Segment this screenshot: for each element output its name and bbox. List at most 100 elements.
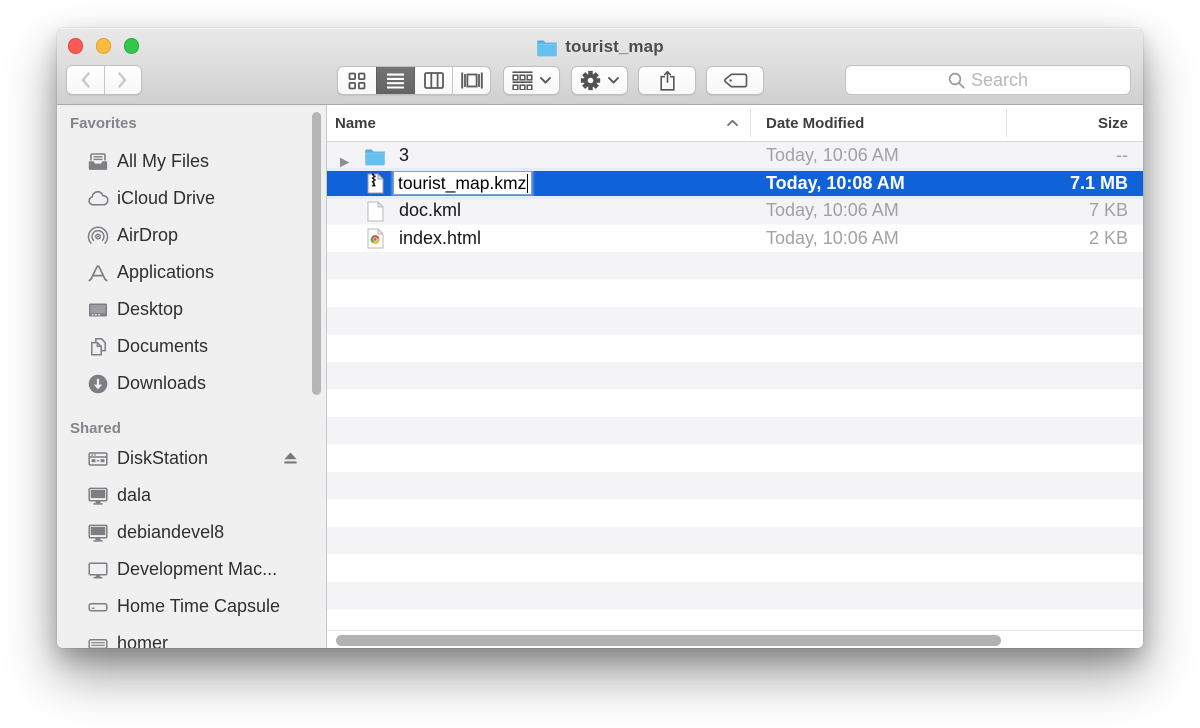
sidebar-section-shared: Shared — [57, 416, 326, 440]
sidebar-item-downloads[interactable]: Downloads — [57, 365, 326, 402]
column-header-size[interactable]: Size — [1098, 105, 1128, 141]
search-icon — [948, 72, 965, 89]
tag-icon — [723, 73, 748, 88]
file-name: 3 — [399, 142, 409, 170]
list-rows: 3 Today, 10:06 AM -- tourist_map.kmz Tod… — [327, 142, 1143, 630]
applications-icon — [87, 262, 109, 284]
folder-icon — [364, 145, 386, 167]
tag-button[interactable] — [706, 66, 764, 95]
gear-icon — [580, 70, 601, 91]
sidebar-item-documents[interactable]: Documents — [57, 328, 326, 365]
coverflow-view-button[interactable] — [452, 67, 490, 94]
sidebar-item-development-mac[interactable]: Development Mac... — [57, 551, 326, 588]
search-placeholder: Search — [971, 70, 1028, 91]
file-row-3[interactable]: 3 Today, 10:06 AM -- — [327, 142, 1143, 170]
arrange-button[interactable] — [503, 66, 560, 95]
nav-buttons — [66, 65, 142, 95]
folder-icon — [536, 38, 558, 57]
back-button[interactable] — [67, 66, 104, 94]
sidebar-item-label: homer — [117, 633, 168, 648]
imac-icon — [87, 522, 109, 544]
list-view-button[interactable] — [376, 67, 414, 94]
sidebar-item-label: DiskStation — [117, 448, 208, 469]
file-list: Name Date Modified Size 3 — [327, 105, 1143, 648]
coverflow-view-icon — [461, 72, 483, 89]
html-file-icon — [364, 228, 386, 250]
search-field[interactable]: Search — [845, 65, 1131, 95]
server-box-icon — [87, 633, 109, 649]
icon-view-button[interactable] — [338, 67, 376, 94]
sidebar-item-label: Applications — [117, 262, 214, 283]
action-button[interactable] — [571, 66, 628, 95]
display-icon — [87, 559, 109, 581]
sidebar-item-label: iCloud Drive — [117, 188, 215, 209]
file-row-doc-kml[interactable]: doc.kml Today, 10:06 AM 7 KB — [327, 197, 1143, 225]
time-capsule-icon — [87, 596, 109, 618]
rename-text: tourist_map.kmz — [398, 173, 526, 194]
sidebar-item-homer[interactable]: homer — [57, 625, 326, 648]
sidebar-item-dala[interactable]: dala — [57, 477, 326, 514]
sidebar-item-label: debiandevel8 — [117, 522, 224, 543]
text-cursor — [527, 174, 529, 193]
column-view-icon — [424, 72, 444, 89]
file-size: 2 KB — [1089, 225, 1128, 253]
list-header: Name Date Modified Size — [327, 105, 1143, 142]
eject-icon[interactable] — [283, 451, 298, 470]
sidebar-item-label: Desktop — [117, 299, 183, 320]
sidebar-item-label: All My Files — [117, 151, 209, 172]
sidebar-scrollbar[interactable] — [312, 112, 321, 395]
sidebar-item-label: AirDrop — [117, 225, 178, 246]
column-view-button[interactable] — [414, 67, 452, 94]
sidebar-item-all-my-files[interactable]: All My Files — [57, 143, 326, 180]
desktop-icon — [87, 299, 109, 321]
window-header: tourist_map — [57, 28, 1143, 105]
sidebar-item-home-time-capsule[interactable]: Home Time Capsule — [57, 588, 326, 625]
file-size: 7 KB — [1089, 197, 1128, 225]
sidebar-item-diskstation[interactable]: DiskStation — [57, 440, 326, 477]
arrange-icon — [512, 71, 533, 90]
horizontal-scrollbar-track — [327, 630, 1143, 648]
file-name: index.html — [399, 225, 481, 253]
kml-file-icon — [364, 200, 386, 222]
sidebar: Favorites All My Files iCloud Drive AirD… — [57, 105, 327, 648]
file-row-tourist-map-kmz[interactable]: tourist_map.kmz Today, 10:08 AM 7.1 MB — [327, 170, 1143, 198]
file-date: Today, 10:06 AM — [766, 225, 899, 253]
downloads-icon — [87, 373, 109, 395]
sidebar-item-label: dala — [117, 485, 151, 506]
documents-icon — [87, 336, 109, 358]
file-date: Today, 10:08 AM — [766, 170, 905, 198]
view-mode-control — [337, 66, 491, 95]
list-view-icon — [386, 72, 405, 90]
chevron-right-icon — [117, 71, 128, 89]
chevron-down-icon — [540, 77, 551, 84]
file-size: -- — [1116, 142, 1128, 170]
sidebar-item-debiandevel8[interactable]: debiandevel8 — [57, 514, 326, 551]
sidebar-item-icloud-drive[interactable]: iCloud Drive — [57, 180, 326, 217]
rename-input[interactable]: tourist_map.kmz — [393, 171, 532, 195]
airdrop-icon — [87, 225, 109, 247]
horizontal-scrollbar[interactable] — [336, 635, 1001, 647]
file-row-index-html[interactable]: index.html Today, 10:06 AM 2 KB — [327, 225, 1143, 253]
share-icon — [659, 70, 676, 91]
file-size: 7.1 MB — [1070, 170, 1128, 198]
sidebar-item-label: Development Mac... — [117, 559, 277, 580]
sidebar-item-label: Home Time Capsule — [117, 596, 280, 617]
icon-view-icon — [348, 72, 366, 90]
window-title-area: tourist_map — [57, 36, 1143, 58]
icloud-drive-icon — [87, 188, 109, 210]
sort-ascending-icon — [726, 105, 739, 141]
sidebar-item-label: Documents — [117, 336, 208, 357]
sidebar-item-applications[interactable]: Applications — [57, 254, 326, 291]
chevron-left-icon — [80, 71, 91, 89]
sidebar-item-desktop[interactable]: Desktop — [57, 291, 326, 328]
file-date: Today, 10:06 AM — [766, 197, 899, 225]
forward-button[interactable] — [104, 66, 141, 94]
sidebar-item-airdrop[interactable]: AirDrop — [57, 217, 326, 254]
file-name: doc.kml — [399, 197, 461, 225]
nas-server-icon — [87, 448, 109, 470]
imac-icon — [87, 485, 109, 507]
column-header-name[interactable]: Name — [335, 105, 376, 141]
column-header-date-modified[interactable]: Date Modified — [766, 105, 864, 141]
window-title: tourist_map — [565, 37, 663, 57]
share-button[interactable] — [638, 66, 696, 95]
